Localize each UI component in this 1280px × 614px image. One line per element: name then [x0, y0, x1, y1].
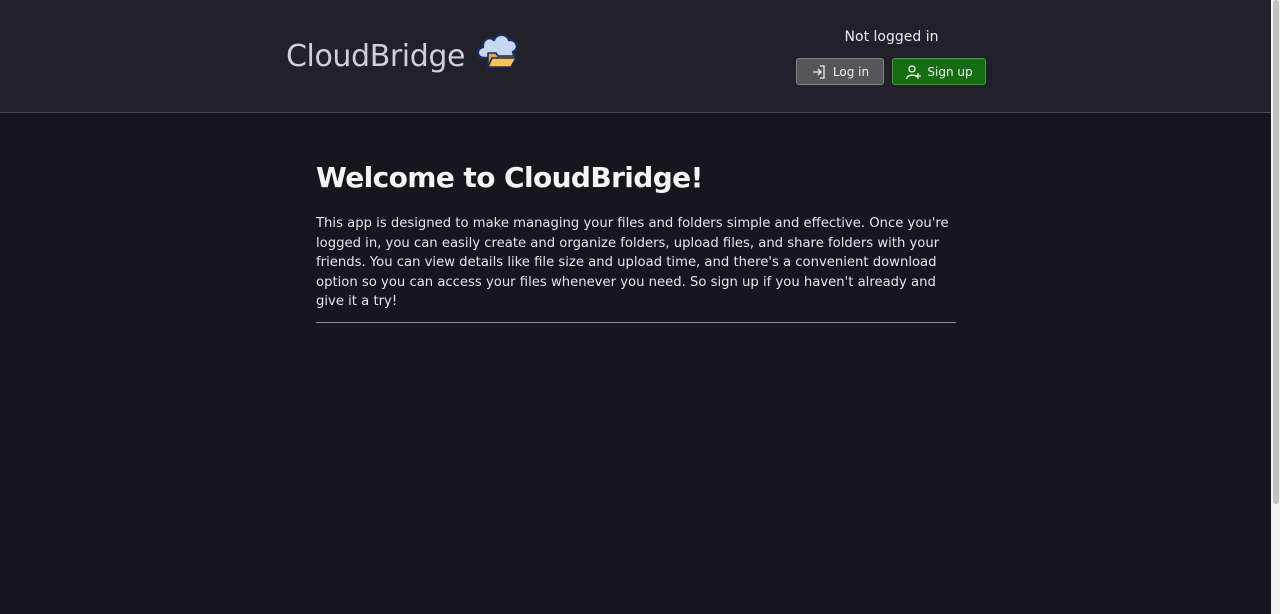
divider	[316, 322, 956, 323]
site-header: CloudBridge Not logged in Log in Sign up	[0, 0, 1271, 113]
welcome-section: Welcome to CloudBridge! This app is desi…	[316, 160, 956, 312]
cloud-folder-icon	[474, 30, 522, 76]
scrollbar-thumb[interactable]	[1273, 0, 1279, 504]
brand-name: CloudBridge	[286, 38, 466, 74]
page-scrollbar[interactable]	[1271, 0, 1280, 614]
auth-panel: Not logged in Log in Sign up	[790, 26, 992, 85]
signup-button-label: Sign up	[927, 64, 973, 79]
brand[interactable]: CloudBridge	[286, 33, 522, 76]
user-plus-icon	[906, 64, 922, 79]
login-status: Not logged in	[844, 29, 939, 45]
login-button-label: Log in	[832, 64, 870, 79]
login-arrow-icon	[812, 64, 825, 79]
signup-button[interactable]: Sign up	[892, 58, 986, 85]
intro-paragraph: This app is designed to make managing yo…	[316, 216, 949, 309]
page-title: Welcome to CloudBridge!	[316, 161, 703, 194]
login-button[interactable]: Log in	[796, 58, 884, 85]
